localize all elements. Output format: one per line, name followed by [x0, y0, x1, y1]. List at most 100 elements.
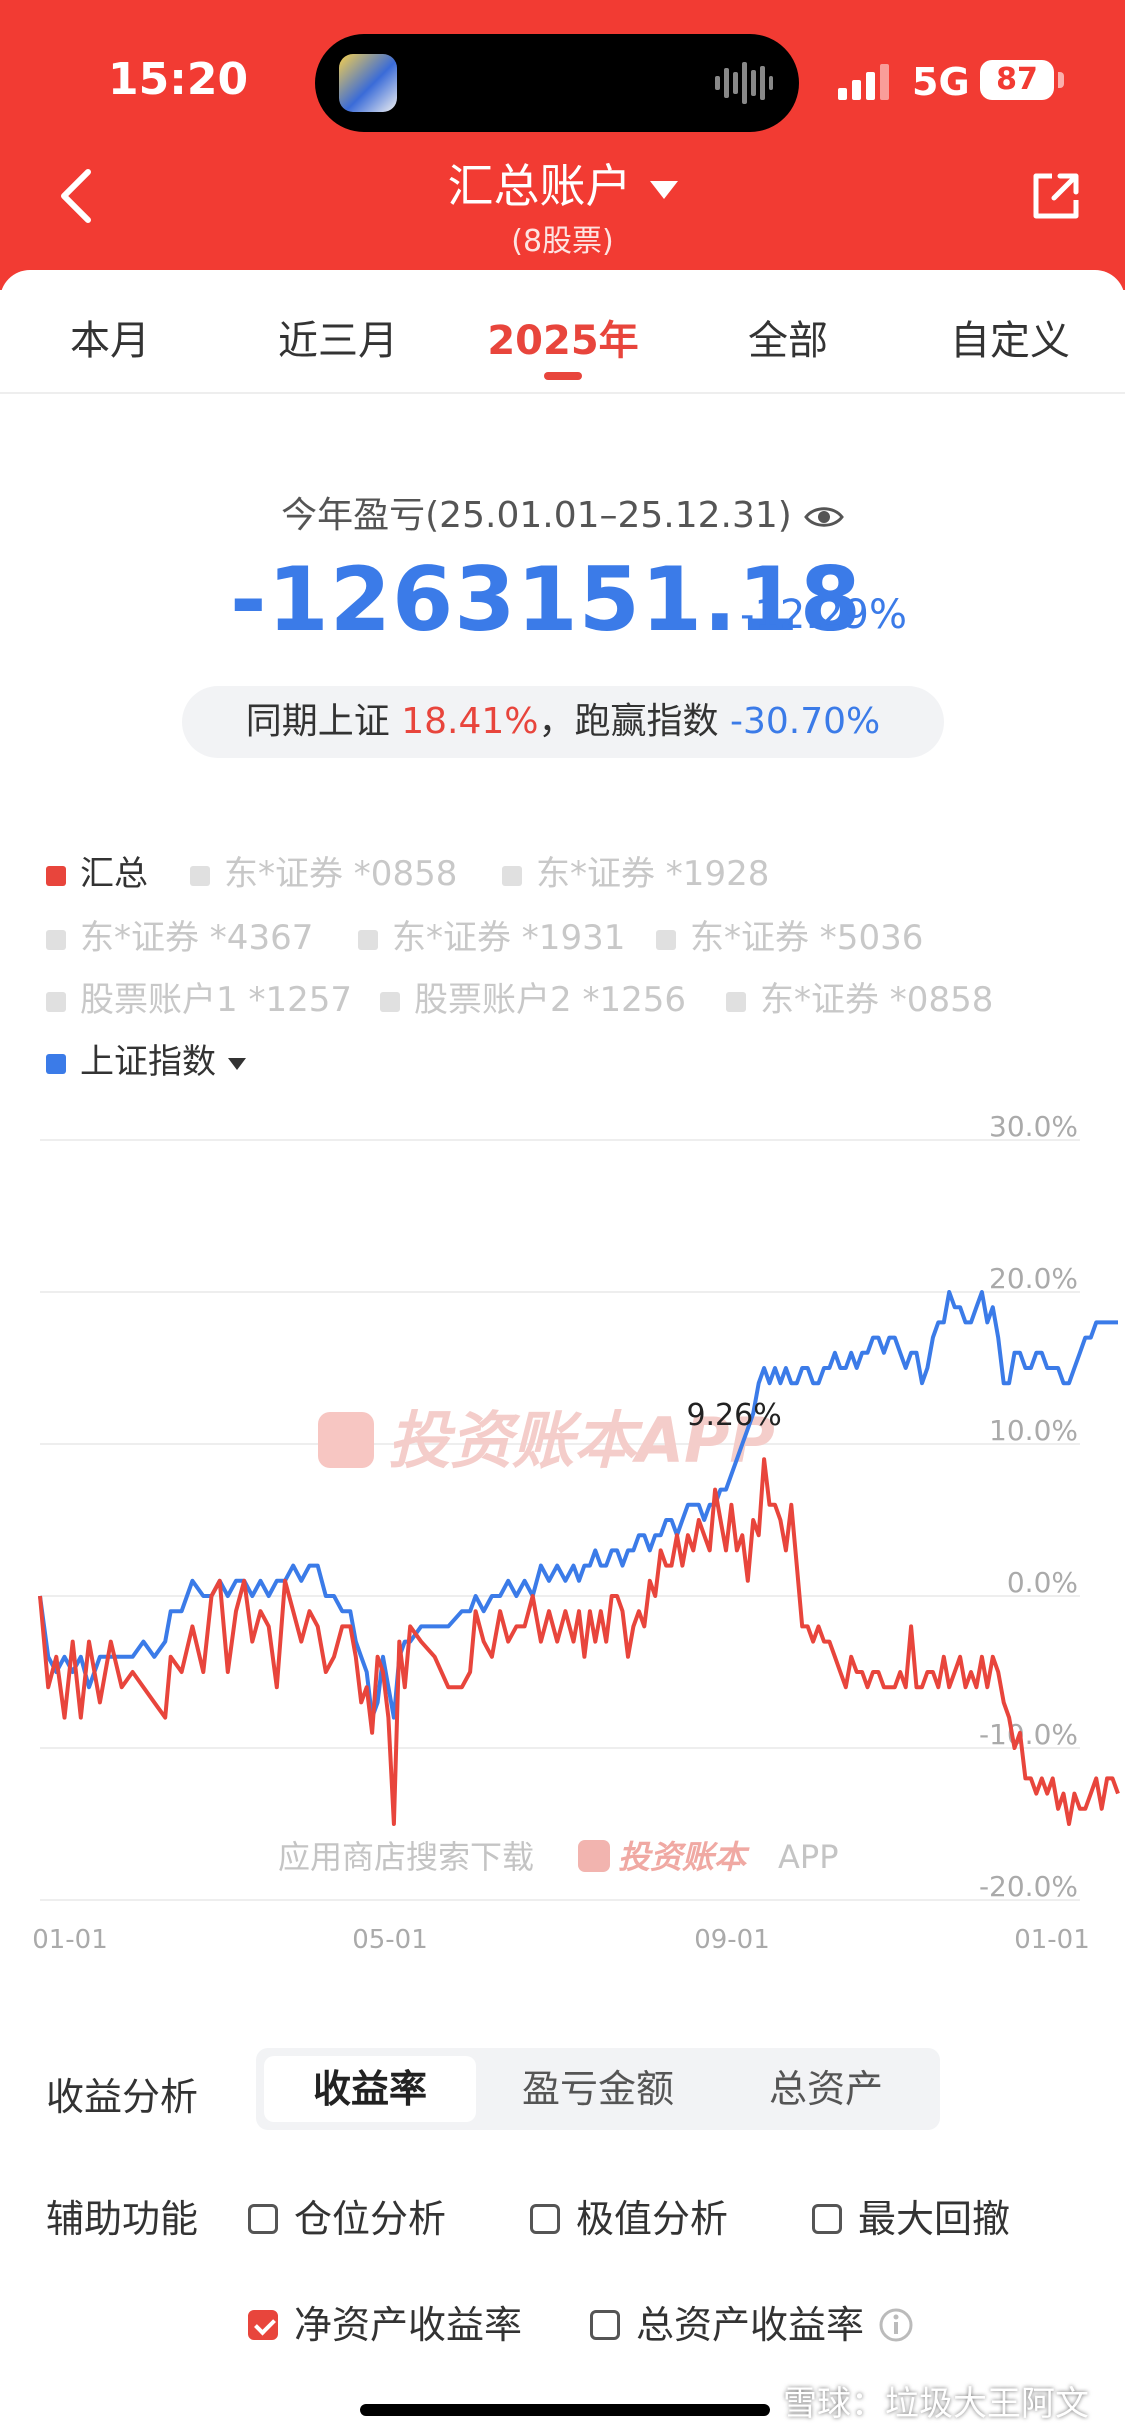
- legend-label: 东*证券 *1928: [536, 854, 770, 894]
- segment-total-assets[interactable]: 总资产: [720, 2056, 932, 2122]
- legend-item-account[interactable]: 东*证券 *1928: [502, 846, 769, 895]
- analysis-segmented-control: 收益率 盈亏金额 总资产: [256, 2048, 940, 2130]
- legend-label: 汇总: [80, 854, 148, 894]
- analysis-label: 收益分析: [46, 2075, 199, 2119]
- legend-item-account[interactable]: 东*证券 *0858: [190, 846, 457, 895]
- peak-label: 9.26%: [686, 1398, 781, 1433]
- series-line-summary: [38, 1457, 1120, 1826]
- watermark-hint: 应用商店搜索下载: [278, 1838, 534, 1876]
- audio-wave-icon: [715, 62, 773, 104]
- home-indicator: [360, 2404, 770, 2416]
- legend-swatch: [656, 929, 676, 950]
- x-tick-label: 01-01: [32, 1925, 108, 1950]
- y-tick-label: -20.0%: [979, 1870, 1078, 1903]
- checkbox-icon: [248, 2203, 278, 2234]
- legend-item-account[interactable]: 东*证券 *1931: [358, 910, 625, 959]
- profit-loss-percent: -12.29%: [740, 592, 907, 638]
- series-line-index: [38, 1290, 1118, 1720]
- tab-three-months[interactable]: 近三月: [258, 308, 418, 366]
- account-selector[interactable]: 汇总账户: [0, 150, 1125, 216]
- tab-month[interactable]: 本月: [50, 308, 170, 366]
- index-comparison: 同期上证 18.41%，跑赢指数 -30.70%: [182, 686, 944, 758]
- info-icon[interactable]: [878, 2307, 914, 2343]
- checkbox-icon: [812, 2203, 842, 2234]
- share-icon[interactable]: [1030, 170, 1082, 222]
- legend-label: 东*证券 *0858: [760, 980, 994, 1020]
- legend-swatch: [46, 1053, 66, 1074]
- legend-label: 上证指数: [80, 1042, 216, 1082]
- legend-swatch: [46, 991, 66, 1012]
- x-tick-label: 09-01: [694, 1925, 770, 1950]
- legend-swatch: [358, 929, 378, 950]
- legend-swatch: [46, 865, 66, 886]
- network-type: 5G: [912, 60, 970, 104]
- watermark-app: APP: [778, 1838, 838, 1876]
- legend-swatch: [726, 991, 746, 1012]
- legend-swatch: [502, 865, 522, 886]
- aux-label: 辅助功能: [46, 2197, 199, 2241]
- compare-mid: ，跑赢指数: [538, 701, 719, 742]
- legend-item-summary[interactable]: 汇总: [46, 846, 148, 895]
- tab-all[interactable]: 全部: [728, 308, 848, 366]
- checkbox-label: 最大回撤: [858, 2197, 1011, 2241]
- checkbox-max-drawdown[interactable]: 最大回撤: [812, 2188, 1010, 2243]
- checkbox-checked-icon: [248, 2309, 278, 2340]
- legend-item-index[interactable]: 上证指数: [46, 1034, 246, 1083]
- app-header: 15:20 5G 87 汇总账户 (8股票): [0, 0, 1125, 290]
- legend-item-account[interactable]: 东*证券 *0858: [726, 972, 993, 1021]
- compare-diff-value: -30.70%: [729, 701, 881, 742]
- legend-swatch: [190, 865, 210, 886]
- summary-label-row: 今年盈亏(25.01.01–25.12.31): [0, 486, 1125, 538]
- return-chart[interactable]: 30.0% 20.0% 10.0% 0.0% -10.0% -20.0% 01-01 05-0…: [0, 1100, 1125, 1950]
- legend-item-account[interactable]: 股票账户2 *1256: [380, 972, 686, 1021]
- legend-item-account[interactable]: 东*证券 *4367: [46, 910, 313, 959]
- checkbox-label: 极值分析: [576, 2197, 729, 2241]
- checkbox-label: 仓位分析: [294, 2197, 447, 2241]
- dynamic-island: [315, 34, 799, 132]
- active-tab-indicator: [544, 372, 582, 380]
- period-tabs: 本月 近三月 2025年 全部 自定义: [0, 270, 1125, 394]
- caret-down-icon: [649, 180, 678, 199]
- eye-icon[interactable]: [804, 504, 844, 530]
- checkbox-extreme-analysis[interactable]: 极值分析: [530, 2188, 728, 2243]
- legend-label: 东*证券 *0858: [224, 854, 458, 894]
- segment-return-rate[interactable]: 收益率: [264, 2056, 476, 2122]
- checkbox-position-analysis[interactable]: 仓位分析: [248, 2188, 446, 2243]
- checkbox-roe[interactable]: 净资产收益率: [248, 2294, 522, 2349]
- checkbox-icon: [590, 2309, 620, 2340]
- tab-2025[interactable]: 2025年: [478, 308, 648, 366]
- summary-label: 今年盈亏(25.01.01–25.12.31): [281, 495, 792, 536]
- legend-swatch: [46, 929, 66, 950]
- y-tick-label: 30.0%: [989, 1110, 1078, 1143]
- signal-icon: [838, 64, 889, 100]
- page-subtitle: (8股票): [511, 224, 614, 259]
- compare-prefix: 同期上证: [245, 701, 390, 742]
- legend-label: 东*证券 *5036: [690, 918, 924, 958]
- compare-index-value: 18.41%: [401, 701, 539, 742]
- watermark-brand: 投资账本: [618, 1838, 750, 1876]
- battery-tip: [1058, 72, 1064, 88]
- y-tick-label: 10.0%: [989, 1414, 1078, 1447]
- page-title: 汇总账户: [447, 159, 632, 213]
- y-tick-label: 20.0%: [989, 1262, 1078, 1295]
- segment-profit-amount[interactable]: 盈亏金额: [492, 2056, 704, 2122]
- legend-label: 东*证券 *4367: [80, 918, 314, 958]
- watermark-logo-icon: [318, 1412, 374, 1468]
- legend-item-account[interactable]: 东*证券 *5036: [656, 910, 923, 959]
- x-tick-label: 05-01: [352, 1925, 428, 1950]
- checkbox-roa[interactable]: 总资产收益率: [590, 2294, 914, 2349]
- status-time: 15:20: [108, 54, 249, 105]
- y-tick-label: 0.0%: [1007, 1566, 1078, 1599]
- legend-label: 股票账户2 *1256: [414, 980, 686, 1020]
- battery-icon: 87: [980, 60, 1054, 100]
- checkbox-icon: [530, 2203, 560, 2234]
- checkbox-label: 净资产收益率: [294, 2303, 523, 2347]
- y-tick-label: -10.0%: [979, 1718, 1078, 1751]
- legend-label: 东*证券 *1931: [392, 918, 626, 958]
- caret-down-icon: [228, 1057, 246, 1070]
- tab-custom[interactable]: 自定义: [940, 308, 1080, 366]
- legend-item-account[interactable]: 股票账户1 *1257: [46, 972, 352, 1021]
- checkbox-label: 总资产收益率: [636, 2303, 865, 2347]
- platform-watermark: 雪球：垃圾大王阿文: [783, 2384, 1089, 2424]
- legend-swatch: [380, 991, 400, 1012]
